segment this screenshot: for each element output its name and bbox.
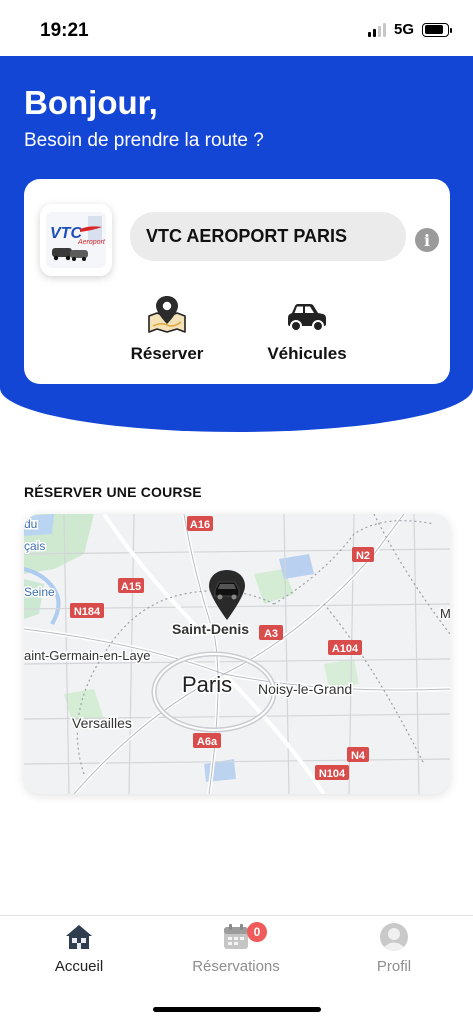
map-pin-icon: [148, 296, 186, 333]
place-label-saint-denis: Saint-Denis: [172, 621, 249, 637]
road-label-n2: N2: [356, 550, 370, 562]
place-label-noisy-le-grand: Noisy-le-Grand: [258, 681, 352, 697]
tab-accueil[interactable]: Accueil: [9, 922, 149, 975]
reserve-label: Réserver: [130, 344, 204, 363]
tab-profil[interactable]: Profil: [324, 922, 464, 975]
road-label-a6a: A6a: [197, 736, 218, 748]
agency-logo[interactable]: VTC Aeroport: [40, 204, 112, 276]
section-title: RÉSERVER UNE COURSE: [24, 484, 202, 500]
tab-label-accueil: Accueil: [54, 958, 104, 975]
road-label-a15: A15: [121, 581, 141, 593]
place-label-du: du: [24, 517, 37, 531]
status-time: 19:21: [40, 20, 89, 41]
calendar-icon: [224, 924, 248, 949]
place-label-m: M: [440, 606, 450, 621]
reserve-button[interactable]: Réserver: [122, 294, 212, 364]
tab-label-profil: Profil: [376, 958, 412, 975]
network-type: 5G: [393, 21, 414, 38]
info-icon[interactable]: i: [415, 228, 439, 252]
agency-card: VTC Aeroport VTC AEROPORT PARIS i Réserv…: [24, 179, 450, 384]
user-avatar-icon: [380, 923, 408, 951]
road-label-a16: A16: [190, 519, 210, 531]
city-label-paris: Paris: [182, 672, 232, 697]
status-bar: 19:21 5G: [0, 0, 473, 56]
vehicles-label: Véhicules: [267, 344, 347, 363]
agency-name[interactable]: VTC AEROPORT PARIS: [130, 212, 406, 261]
vehicles-button[interactable]: Véhicules: [257, 294, 357, 364]
car-icon: [288, 304, 326, 332]
battery-icon: [422, 22, 452, 37]
tab-reservations[interactable]: 0 Réservations: [166, 922, 306, 975]
signal-icon: [367, 22, 386, 37]
reservations-count-badge: 0: [247, 922, 267, 942]
home-icon: [66, 925, 92, 949]
status-indicators: 5G: [367, 21, 452, 38]
road-label-a3: A3: [264, 628, 278, 640]
greeting-subtitle: Besoin de prendre la route ?: [24, 130, 264, 151]
place-label-seine: Seine: [24, 585, 55, 599]
tab-label-reservations: Réservations: [192, 958, 280, 975]
place-label-cais: çais: [24, 539, 45, 553]
home-indicator: [153, 1007, 321, 1012]
place-label-saint-germain: aint-Germain-en-Laye: [24, 648, 150, 663]
road-label-n104: N104: [319, 768, 346, 780]
greeting-title: Bonjour,: [24, 84, 158, 121]
logo-subtext: Aeroport: [77, 239, 106, 246]
road-label-n4: N4: [351, 750, 366, 762]
booking-map[interactable]: A16 N2 A15 N184 A3 A104 A6a N4 N104 Sain…: [24, 514, 450, 794]
road-label-a104: A104: [332, 643, 359, 655]
place-label-versailles: Versailles: [72, 715, 132, 731]
road-label-n184: N184: [74, 606, 101, 618]
